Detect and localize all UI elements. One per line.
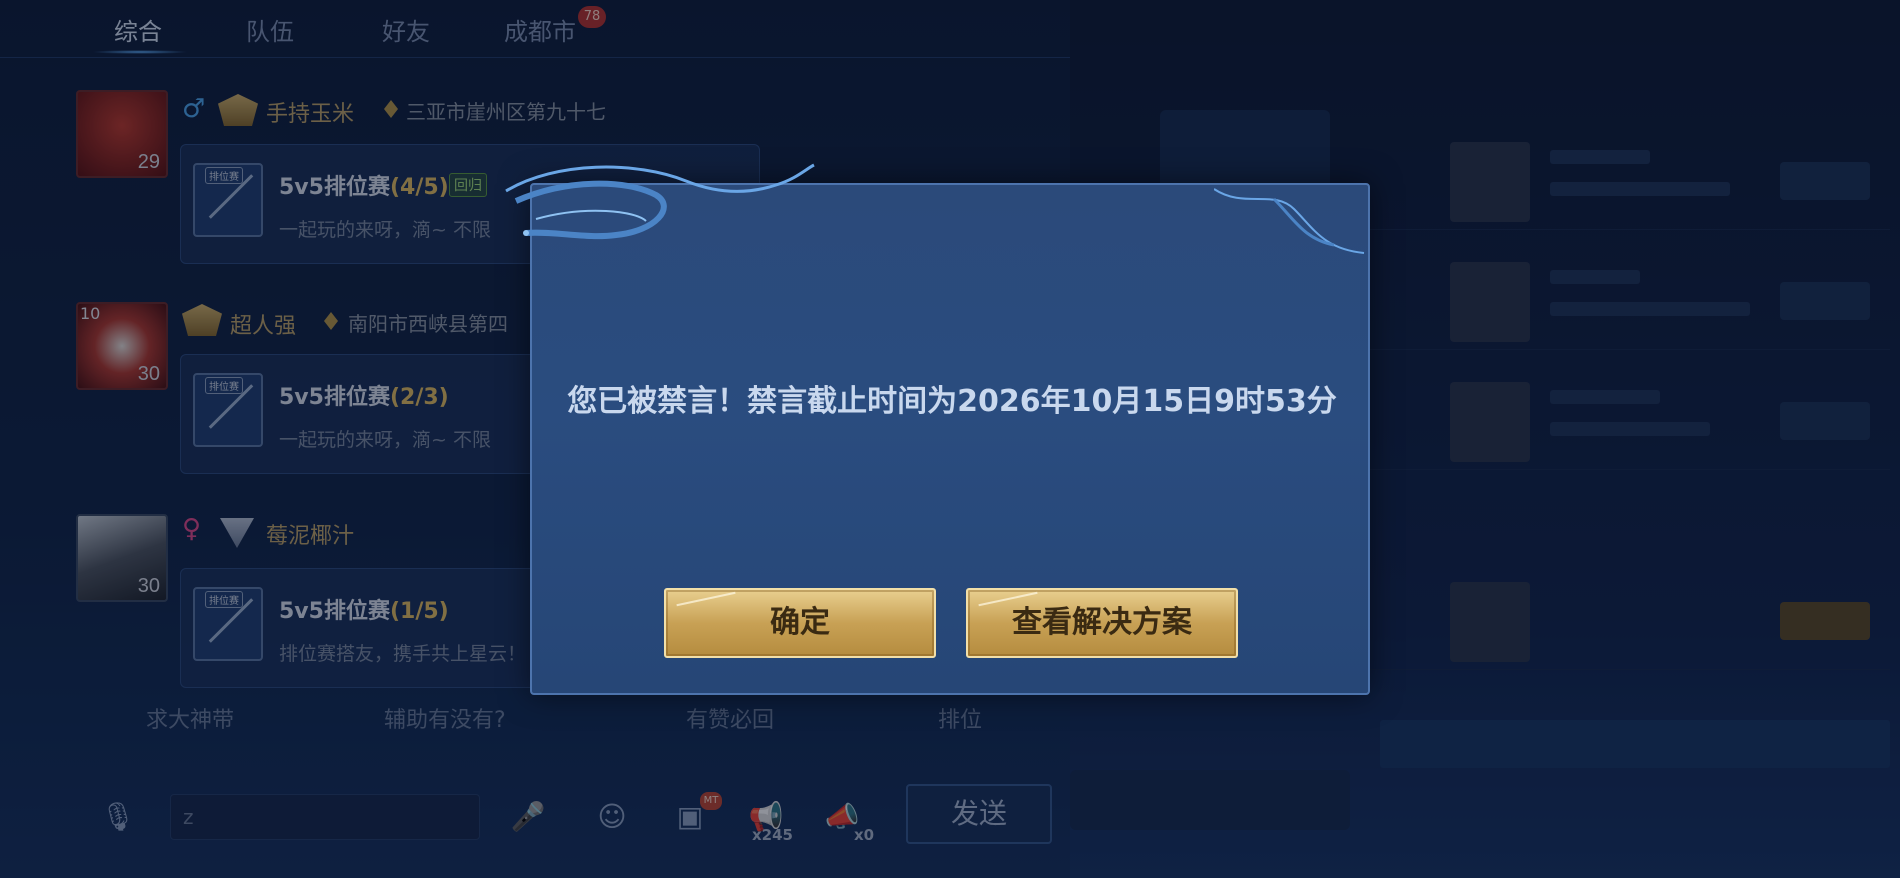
view-solution-label: 查看解决方案 bbox=[1012, 605, 1192, 640]
confirm-button[interactable]: 确定 bbox=[664, 588, 936, 658]
mute-message: 您已被禁言！禁言截止时间为2026年10月15日9时53分 bbox=[567, 384, 1337, 419]
button-sheen bbox=[676, 591, 736, 607]
view-solution-button[interactable]: 查看解决方案 bbox=[966, 588, 1238, 658]
confirm-label: 确定 bbox=[770, 605, 830, 640]
mute-notice-dialog: 您已被禁言！禁言截止时间为2026年10月15日9时53分 确定 查看解决方案 bbox=[505, 163, 1370, 695]
cloud-ornament-icon bbox=[505, 163, 815, 240]
cloud-ornament-icon bbox=[1214, 188, 1365, 254]
